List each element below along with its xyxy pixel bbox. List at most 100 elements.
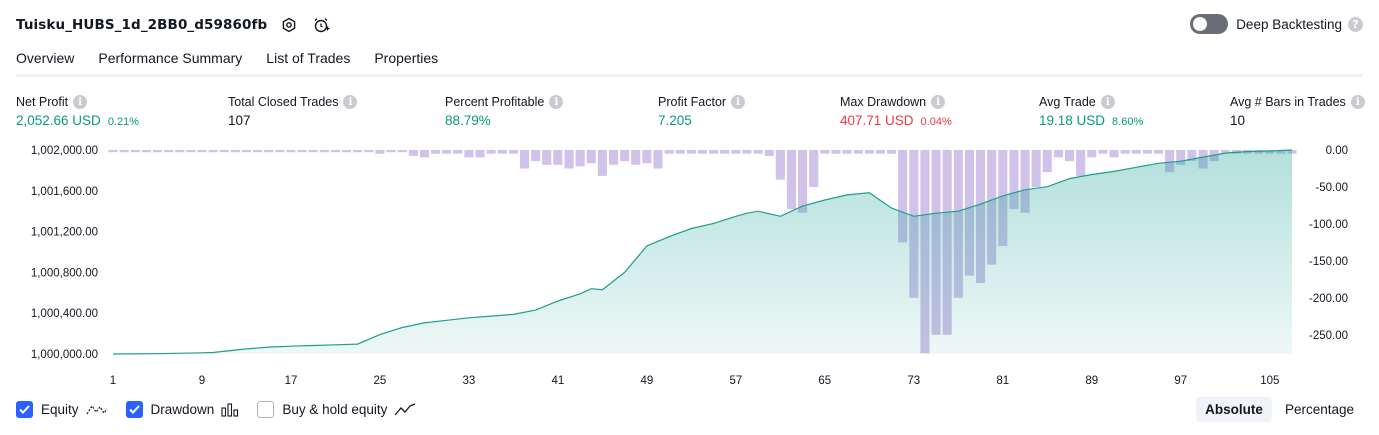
x-axis-tick-label: 81 (996, 375, 1009, 387)
equity-line-icon (86, 403, 108, 417)
drawdown-bar (775, 150, 785, 180)
x-axis-tick-label: 73 (907, 375, 920, 387)
drawdown-bar (786, 150, 796, 210)
buy-hold-checkbox[interactable] (257, 401, 275, 418)
drawdown-bar (230, 150, 240, 153)
drawdown-bar (297, 150, 307, 153)
drawdown-bar (553, 150, 563, 165)
right-axis-tick-label: -250.00 (1309, 330, 1348, 342)
drawdown-bar (508, 150, 518, 154)
x-axis-tick-label: 57 (730, 375, 743, 387)
view-mode-toggle: Absolute Percentage (1192, 397, 1363, 422)
drawdown-bar (653, 150, 663, 169)
drawdown-bar (241, 150, 251, 153)
drawdown-bar (1120, 150, 1130, 154)
chart-legend: Equity Drawdown Buy & hold equity (16, 401, 434, 418)
drawdown-bar (664, 150, 674, 154)
x-axis-tick-label: 1 (110, 375, 116, 387)
drawdown-bar (564, 150, 574, 169)
drawdown-bar (709, 150, 719, 154)
legend-label: Drawdown (150, 402, 215, 417)
drawdown-bar (1142, 150, 1152, 154)
drawdown-bar (219, 150, 229, 153)
absolute-button[interactable]: Absolute (1196, 397, 1272, 422)
percentage-button[interactable]: Percentage (1276, 397, 1363, 422)
legend-equity[interactable]: Equity (16, 401, 108, 418)
drawdown-bar (375, 150, 385, 154)
drawdown-bar (152, 150, 162, 153)
drawdown-bar (642, 150, 652, 164)
drawdown-bar (497, 150, 507, 154)
drawdown-bar (887, 150, 897, 154)
drawdown-bar (353, 150, 363, 153)
x-axis-tick-label: 65 (818, 375, 831, 387)
drawdown-bar (330, 150, 340, 153)
right-axis-tick-label: -100.00 (1309, 219, 1348, 231)
drawdown-bar (175, 150, 185, 153)
drawdown-bar (753, 150, 763, 154)
drawdown-bar (609, 150, 619, 165)
drawdown-bar (419, 150, 429, 158)
equity-area (113, 150, 1292, 354)
drawdown-bar (831, 150, 841, 154)
buy-hold-line-icon (394, 402, 416, 417)
drawdown-bar (842, 150, 852, 154)
drawdown-bar (686, 150, 696, 154)
drawdown-bar (820, 150, 830, 154)
drawdown-bar (1087, 150, 1097, 158)
legend-label: Equity (41, 402, 79, 417)
drawdown-bar (542, 150, 552, 165)
drawdown-bar (464, 150, 474, 158)
drawdown-bar (764, 150, 774, 156)
drawdown-bar (875, 150, 885, 154)
x-axis-tick-label: 9 (199, 375, 205, 387)
drawdown-bar (197, 150, 207, 153)
x-axis-tick-label: 33 (463, 375, 476, 387)
drawdown-bar (386, 150, 396, 153)
legend-drawdown[interactable]: Drawdown (125, 401, 240, 418)
left-axis-tick-label: 1,000,000.00 (31, 349, 98, 361)
equity-series (112, 149, 1293, 355)
left-axis-tick-label: 1,001,600.00 (31, 186, 98, 198)
drawdown-bar (141, 150, 151, 153)
x-axis-tick-label: 41 (552, 375, 565, 387)
drawdown-bar (631, 150, 641, 165)
drawdown-bar (342, 150, 352, 153)
drawdown-bar (397, 150, 407, 153)
drawdown-bar (442, 150, 452, 154)
x-axis-tick-label: 17 (285, 375, 298, 387)
drawdown-bar (742, 150, 752, 154)
drawdown-bar (108, 150, 118, 153)
drawdown-bar (731, 150, 741, 154)
drawdown-bar (319, 150, 329, 153)
x-axis-tick-label: 89 (1085, 375, 1098, 387)
drawdown-checkbox[interactable] (125, 401, 143, 418)
legend-buy-hold[interactable]: Buy & hold equity (257, 401, 416, 418)
drawdown-bar (186, 150, 196, 153)
drawdown-bar (575, 150, 585, 167)
drawdown-bar (586, 150, 596, 164)
drawdown-bar (431, 150, 441, 154)
drawdown-bar (1031, 150, 1041, 187)
equity-checkbox[interactable] (16, 401, 33, 418)
drawdown-bar (809, 150, 819, 187)
right-axis-tick-label: -50.00 (1315, 182, 1348, 194)
drawdown-bar (486, 150, 496, 154)
drawdown-bar (308, 150, 318, 153)
left-axis-tick-label: 1,002,000.00 (31, 145, 98, 157)
drawdown-bar (1109, 150, 1119, 158)
drawdown-bar (119, 150, 129, 153)
drawdown-bar (864, 150, 874, 154)
x-axis-tick-label: 105 (1260, 375, 1279, 387)
drawdown-bar (1053, 150, 1063, 158)
left-axis-tick-label: 1,001,200.00 (31, 227, 98, 239)
drawdown-bar (253, 150, 263, 153)
drawdown-bar (475, 150, 485, 158)
right-axis-tick-label: 0.00 (1326, 145, 1348, 157)
drawdown-bar (286, 150, 296, 153)
drawdown-bar (1042, 150, 1052, 173)
equity-drawdown-chart[interactable]: 1,002,000.00 1,001,600.00 1,001,200.00 1,00… (0, 0, 1379, 435)
left-axis-tick-label: 1,000,400.00 (31, 308, 98, 320)
drawdown-bar (1154, 150, 1164, 154)
drawdown-bar (453, 150, 463, 154)
